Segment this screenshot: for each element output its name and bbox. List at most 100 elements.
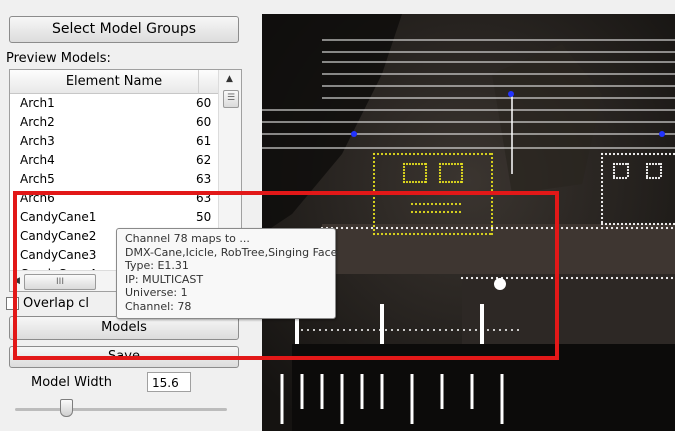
snowman-face-outline <box>664 222 668 226</box>
singing-face-eye <box>438 171 442 175</box>
singing-face-outline <box>452 152 456 156</box>
singing-face-outline <box>490 184 494 188</box>
singing-face-eye <box>424 168 428 172</box>
singing-face-outline <box>400 152 404 156</box>
model-width-slider-track[interactable] <box>15 408 227 411</box>
singing-face-outline <box>456 152 460 156</box>
singing-face-outline <box>490 160 494 164</box>
list-item[interactable]: Arch1 60 <box>10 94 218 113</box>
singing-face-outline <box>396 152 400 156</box>
singing-face-eye <box>402 162 406 166</box>
singing-face-outline <box>468 152 472 156</box>
singing-face-outline <box>392 152 396 156</box>
singing-face-outline <box>490 152 494 156</box>
roofline-string <box>640 276 644 280</box>
roofline-string <box>600 226 604 230</box>
snowman-face-eye <box>626 168 630 172</box>
list-item[interactable]: Arch2 60 <box>10 113 218 132</box>
snowman-face-eye <box>621 176 625 180</box>
snowman-face-outline <box>656 152 660 156</box>
singing-face-outline <box>372 160 376 164</box>
singing-face-eye <box>444 162 448 166</box>
singing-face-eye <box>460 168 464 172</box>
snowman-face-outline <box>600 188 604 192</box>
snowman-face-eye <box>618 176 622 180</box>
snowman-face-eye <box>624 176 628 180</box>
roofline-string <box>585 226 589 230</box>
snowman-face-outline <box>604 152 608 156</box>
snowman-face-outline <box>640 152 644 156</box>
start-channel-column-header[interactable] <box>198 70 219 94</box>
snowman-face-outline <box>612 222 616 226</box>
singing-face-outline <box>404 152 408 156</box>
singing-face-outline <box>372 156 376 160</box>
snowman-face-outline <box>616 152 620 156</box>
snowman-face-outline <box>612 152 616 156</box>
singing-face-eye <box>402 168 406 172</box>
roofline-string <box>570 276 574 280</box>
snowman-face-eye <box>659 168 663 172</box>
singing-face-eye <box>460 177 464 181</box>
model-width-input[interactable]: 15.6 <box>147 372 191 392</box>
select-model-groups-button[interactable]: Select Model Groups <box>9 16 239 43</box>
snowman-face-eye <box>626 171 630 175</box>
singing-face-outline <box>408 152 412 156</box>
snowman-face-outline <box>608 222 612 226</box>
snowman-face-eye <box>659 174 663 178</box>
scroll-up-icon[interactable]: ▲ <box>226 74 233 84</box>
singing-face-eye <box>402 165 406 169</box>
singing-face-outline <box>372 152 376 156</box>
singing-face-eye <box>420 162 424 166</box>
snowman-face-eye <box>612 171 616 175</box>
snowman-face-eye <box>645 171 649 175</box>
tooltip-line-universe: Universe: 1 <box>125 286 188 299</box>
snowman-face-eye <box>626 165 630 169</box>
snowman-face-outline <box>600 192 604 196</box>
singing-face-outline <box>464 152 468 156</box>
singing-face-eye <box>424 174 428 178</box>
list-item[interactable]: Arch3 61 <box>10 132 218 151</box>
element-name-column-header[interactable]: Element Name <box>10 70 218 94</box>
snowman-face-outline <box>600 184 604 188</box>
tooltip-line-channel-map: Channel 78 maps to ... <box>125 232 250 245</box>
snowman-face-eye <box>615 162 619 166</box>
roofline-string <box>620 276 624 280</box>
selected-node <box>659 131 665 137</box>
vertical-scroll-thumb[interactable]: ☰ <box>223 90 239 108</box>
singing-face-eye <box>408 162 412 166</box>
snowman-face-outline <box>600 196 604 200</box>
snowman-face-eye <box>651 162 655 166</box>
snowman-face-outline <box>600 168 604 172</box>
element-start-channel: 61 <box>196 134 212 148</box>
snowman-face-eye <box>624 162 628 166</box>
singing-face-outline <box>424 152 428 156</box>
snowman-face-eye <box>654 162 658 166</box>
roofline-string <box>605 276 609 280</box>
roofline-string <box>615 226 619 230</box>
roofline-string <box>580 276 584 280</box>
singing-face-outline <box>476 152 480 156</box>
singing-face-eye <box>420 180 424 184</box>
singing-face-eye <box>438 165 442 169</box>
snowman-face-eye <box>657 176 661 180</box>
element-start-channel: 62 <box>196 153 212 167</box>
list-item[interactable]: Arch5 63 <box>10 170 218 189</box>
snowman-face-eye <box>645 165 649 169</box>
snowman-face-eye <box>626 174 630 178</box>
snowman-face-eye <box>612 168 616 172</box>
snowman-face-outline <box>668 222 672 226</box>
snowman-face-eye <box>657 162 661 166</box>
list-item[interactable]: Arch4 62 <box>10 151 218 170</box>
element-name: Arch5 <box>20 172 55 186</box>
snowman-face-outline <box>600 216 604 220</box>
snowman-face-outline <box>644 222 648 226</box>
roofline-string <box>625 226 629 230</box>
element-name: Arch2 <box>20 115 55 129</box>
model-width-slider-thumb[interactable] <box>59 399 73 417</box>
snowman-face-outline <box>608 152 612 156</box>
singing-face-outline <box>480 152 484 156</box>
singing-face-outline <box>490 180 494 184</box>
roofline-string <box>565 276 569 280</box>
roofline-string <box>655 276 659 280</box>
singing-face-outline <box>372 172 376 176</box>
